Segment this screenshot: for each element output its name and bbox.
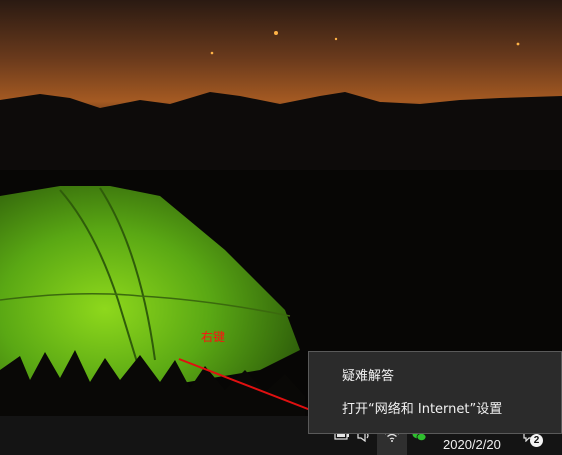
menu-item-troubleshoot[interactable]: 疑难解答 <box>309 364 561 390</box>
notification-count-badge: 2 <box>530 434 543 447</box>
taskbar-date[interactable]: 2020/2/20 <box>443 437 501 452</box>
menu-item-open-network-settings[interactable]: 打开“网络和 Internet”设置 <box>309 397 561 423</box>
annotation-label: 右键 <box>201 330 226 344</box>
network-context-menu: 疑难解答 打开“网络和 Internet”设置 <box>308 351 562 434</box>
